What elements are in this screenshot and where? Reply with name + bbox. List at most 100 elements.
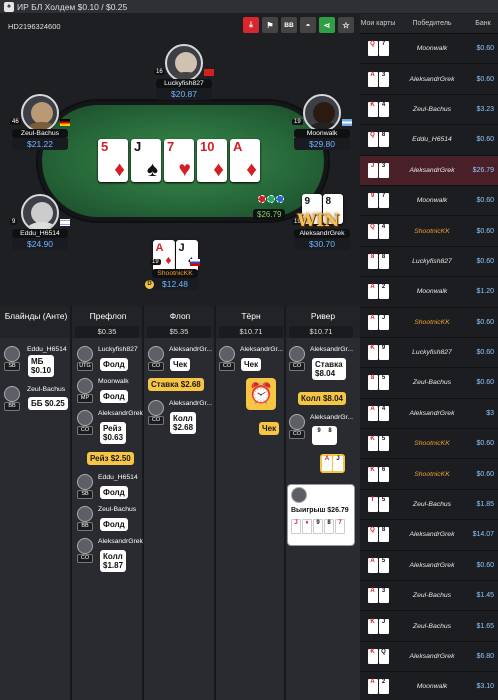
winner-name: Moonwalk — [416, 288, 448, 296]
my-cards: K6 — [360, 466, 396, 482]
hand-list-row[interactable]: A 2 Moonwalk $1.20 — [360, 277, 498, 308]
winner-name: Zeul-Bachus — [412, 379, 452, 387]
card: K — [367, 618, 378, 634]
my-cards: Q8 — [360, 527, 396, 543]
player-name: AleksandrGr... — [169, 400, 213, 407]
action-entry: CO AleksandrGr... — [148, 400, 212, 425]
hand-list-row[interactable]: K 6 ShootnicKK $0.60 — [360, 459, 498, 490]
bank-amount: $0.60 — [476, 227, 494, 235]
winner-name: Luckyfish827 — [412, 257, 452, 265]
bank-amount: $1.20 — [476, 288, 494, 296]
avatar — [165, 44, 203, 82]
seat-luckyfish[interactable]: 16 Luckyfish827 $20.87 — [154, 44, 214, 100]
card: 2 — [378, 284, 389, 300]
win-banner: WIN — [297, 211, 340, 231]
hand-list-row[interactable]: Q 8 Eddu_H6514 $0.60 — [360, 125, 498, 156]
hand-list-row[interactable]: Q 8 AleksandrGrek $14.07 — [360, 520, 498, 551]
pot-amount: $26.79 — [253, 209, 286, 220]
hand-list-row[interactable]: K 5 ShootnicKK $0.60 — [360, 429, 498, 460]
card: 9 — [314, 428, 324, 443]
col-flop — [144, 338, 214, 700]
seat-hero[interactable]: A♦ J♠ 19 ShootnicKK $12.48 — [150, 240, 200, 290]
bank-amount: $3 — [486, 409, 494, 417]
hand-list-header: Мои карты Победитель Банк — [360, 14, 498, 34]
flag-icon — [190, 259, 200, 266]
hand-list-row[interactable]: K J Zeul-Bachus $1.65 — [360, 611, 498, 642]
bank-amount: $0.60 — [476, 349, 494, 357]
hand-list-row[interactable]: J 3 AleksandrGrek $26.79 — [360, 155, 498, 186]
seat-zeul-bachus[interactable]: 46 Zeul-Bachus $21.22 — [10, 94, 70, 150]
header-bank: Банк — [475, 20, 491, 27]
hand-list-row[interactable]: K 9 Luckyfish827 $0.60 — [360, 337, 498, 369]
action-bubble: Рейз $0.63 — [100, 422, 127, 444]
hand-list-row[interactable]: A 3 AleksandrGrek $0.60 — [360, 64, 498, 95]
winner-name: Moonwalk — [416, 45, 448, 53]
action-entry: SB Eddu_H6514 — [77, 474, 138, 499]
hand-list-row[interactable]: A 4 AleksandrGrek $3 — [360, 398, 498, 430]
my-cards: KJ — [360, 618, 396, 634]
card: 5 — [378, 436, 389, 452]
col-header-blinds: Блайнды (Анте) — [4, 311, 68, 321]
hand-list-row[interactable]: 8 5 Zeul-Bachus $0.60 — [360, 368, 498, 399]
star-icon[interactable]: ☆ — [338, 17, 354, 33]
card: 9 — [367, 193, 378, 209]
my-cards: A5 — [360, 557, 396, 573]
hand-list-row[interactable]: Q 4 ShootnicKK $0.60 — [360, 216, 498, 247]
card: 7 — [378, 193, 389, 209]
hand-list-row[interactable]: A 5 AleksandrGrek $0.60 — [360, 550, 498, 582]
bank-amount: $1.85 — [476, 501, 494, 509]
position-badge: CO — [289, 430, 305, 439]
flag-icon — [204, 69, 214, 76]
board-card: 7 ♥ — [164, 139, 194, 182]
my-cards: KQ — [360, 649, 396, 664]
player-name: Zeul-Bachus — [98, 506, 137, 513]
card: 3 — [378, 588, 389, 604]
card: A — [367, 314, 378, 330]
hand-list-row[interactable]: A 3 Zeul-Bachus $1.45 — [360, 581, 498, 612]
my-cards: A3 — [360, 588, 396, 604]
hand-list: Q 7 Moonwalk $0.60 A 3 AleksandrGrek $0.60 K 4 Zeu… — [360, 34, 498, 700]
share-icon[interactable]: ⋖ — [319, 17, 335, 33]
winner-name: Luckyfish827 — [412, 349, 452, 357]
download-icon[interactable]: ⤓ — [243, 17, 259, 33]
winner-name: ShootnicKK — [414, 470, 450, 478]
action-bubble: Колл $1.87 — [100, 550, 127, 572]
board-card: J ♠ — [131, 139, 161, 182]
level-badge: 19 — [150, 259, 161, 265]
hand-list-row[interactable]: K Q AleksandrGrek $6.80 — [360, 641, 498, 673]
seat-moonwalk[interactable]: 19 Moonwalk $29.80 — [292, 94, 352, 150]
seat-eddu[interactable]: 9 Eddu_H6514 $24.90 — [10, 194, 70, 250]
my-cards: Q8 — [360, 132, 396, 148]
action-entry: CO AleksandrGr... — [289, 414, 353, 439]
card: A — [367, 284, 378, 300]
board-cards: 5 ♦ J ♠ 7 ♥ 10 ♦ A ♦ — [98, 139, 260, 182]
card: Q — [367, 132, 378, 148]
card: Q — [367, 41, 378, 57]
col-header-river: Ривер — [310, 311, 336, 321]
action-bubble: МБ $0.10 — [28, 355, 55, 377]
hand-list-row[interactable]: A J ShootnicKK $0.60 — [360, 307, 498, 338]
flag-icon[interactable]: ⚑ — [262, 17, 278, 33]
bb-toggle-button[interactable]: BB — [281, 17, 297, 33]
hand-list-row[interactable]: K 4 Zeul-Bachus $3.23 — [360, 94, 498, 126]
hand-list-row[interactable]: 9 7 Moonwalk $0.60 — [360, 185, 498, 217]
card: J — [333, 456, 343, 471]
spy-icon[interactable]: ◓ — [300, 17, 316, 33]
action-entry: CO AleksandrGr... — [289, 346, 353, 371]
dealer-button: D — [145, 280, 154, 289]
position-badge: CO — [77, 426, 93, 435]
hand-list-row[interactable]: Q 7 Moonwalk $0.60 — [360, 34, 498, 65]
hand-list-row[interactable]: 8 8 Luckyfish827 $0.60 — [360, 246, 498, 278]
action-bubble: Чек — [241, 358, 262, 371]
winner-name: Zeul-Bachus — [412, 105, 452, 113]
winner-name: Zeul-Bachus — [412, 501, 452, 509]
hand-list-row[interactable]: A 2 Moonwalk $3.10 — [360, 672, 498, 700]
action-entry: CO AleksandrGrek — [77, 410, 143, 435]
card: 8 — [378, 527, 389, 543]
my-cards: K5 — [360, 436, 396, 452]
hand-list-row[interactable]: T 5 Zeul-Bachus $1.85 — [360, 489, 498, 521]
card: K — [367, 101, 378, 117]
avatar — [4, 386, 20, 402]
winner-name: Zeul-Bachus — [412, 592, 452, 600]
flag-icon — [342, 119, 352, 126]
